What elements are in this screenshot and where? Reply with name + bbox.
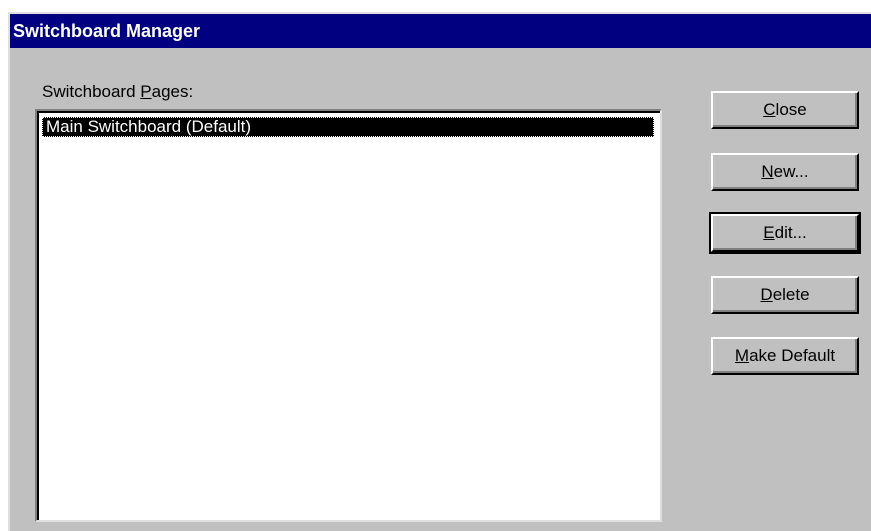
delete-button[interactable]: Delete bbox=[711, 276, 859, 314]
make-default-button[interactable]: Make Default bbox=[711, 337, 859, 375]
new-button[interactable]: New... bbox=[711, 153, 859, 191]
list-item-main-switchboard[interactable]: Main Switchboard (Default) bbox=[42, 117, 654, 137]
switchboard-pages-label: Switchboard Pages: bbox=[42, 82, 194, 101]
dialog-title-bar[interactable]: Switchboard Manager bbox=[10, 14, 871, 48]
close-button[interactable]: Close bbox=[711, 91, 859, 129]
switchboard-pages-list[interactable]: Main Switchboard (Default) bbox=[35, 109, 662, 522]
edit-button[interactable]: Edit... bbox=[709, 212, 861, 254]
switchboard-manager-dialog: Switchboard Manager Switchboard Pages: M… bbox=[8, 12, 871, 531]
dialog-title: Switchboard Manager bbox=[13, 21, 201, 41]
